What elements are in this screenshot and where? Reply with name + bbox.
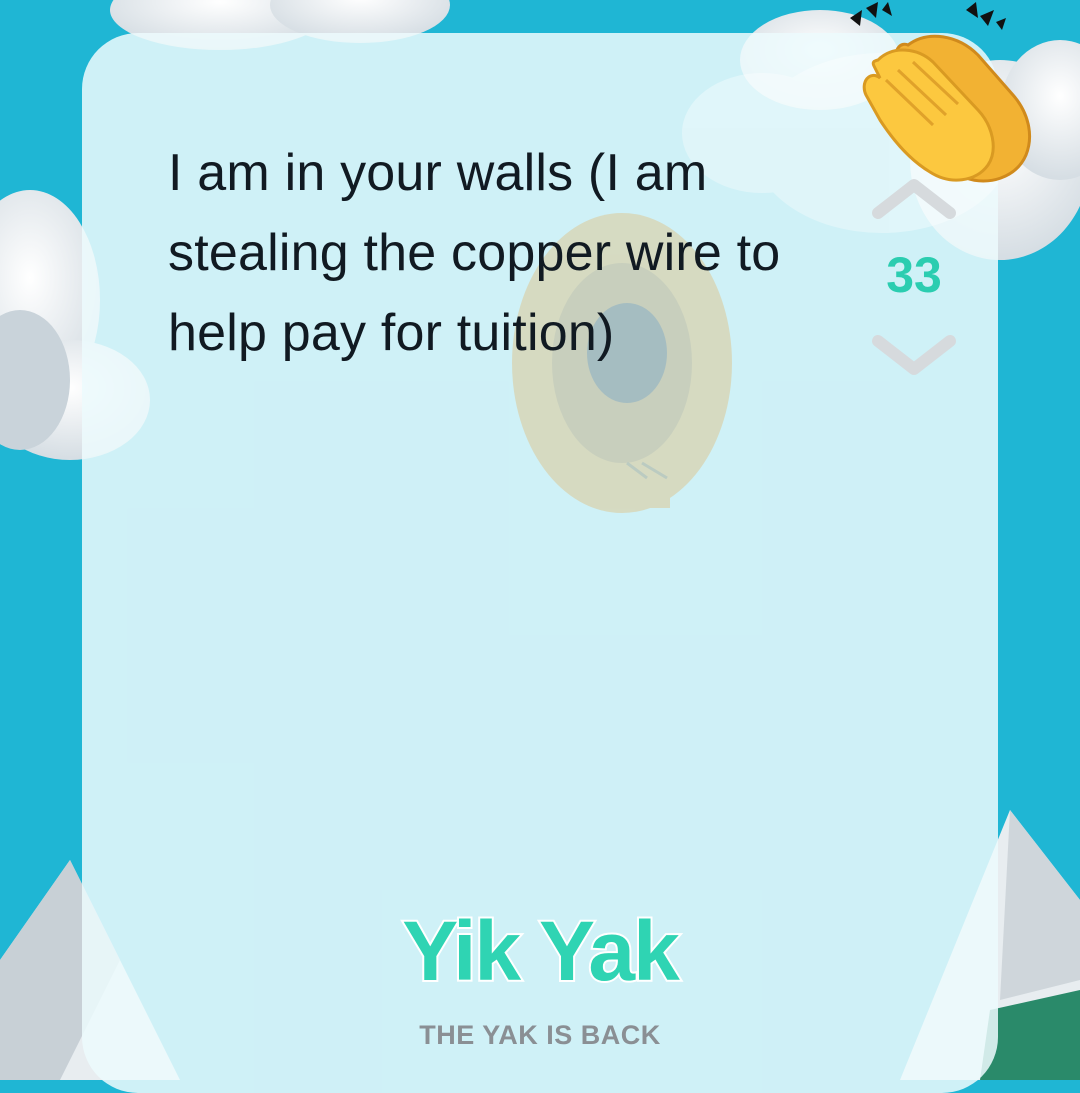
vote-count: 33 (886, 247, 942, 303)
clapping-hands-icon (850, 2, 1032, 183)
clap-motion-marks (850, 2, 1006, 30)
post-text: I am in your walls (I am stealing the co… (168, 144, 781, 362)
yik-yak-logo: Yik Yak (400, 902, 682, 1000)
tagline: THE YAK IS BACK (419, 1020, 661, 1050)
vote-control: 33 (868, 173, 960, 383)
chevron-down-icon (872, 335, 956, 375)
downvote-button[interactable] (868, 331, 960, 381)
post-card: I am in your walls (I am stealing the co… (82, 33, 998, 1093)
